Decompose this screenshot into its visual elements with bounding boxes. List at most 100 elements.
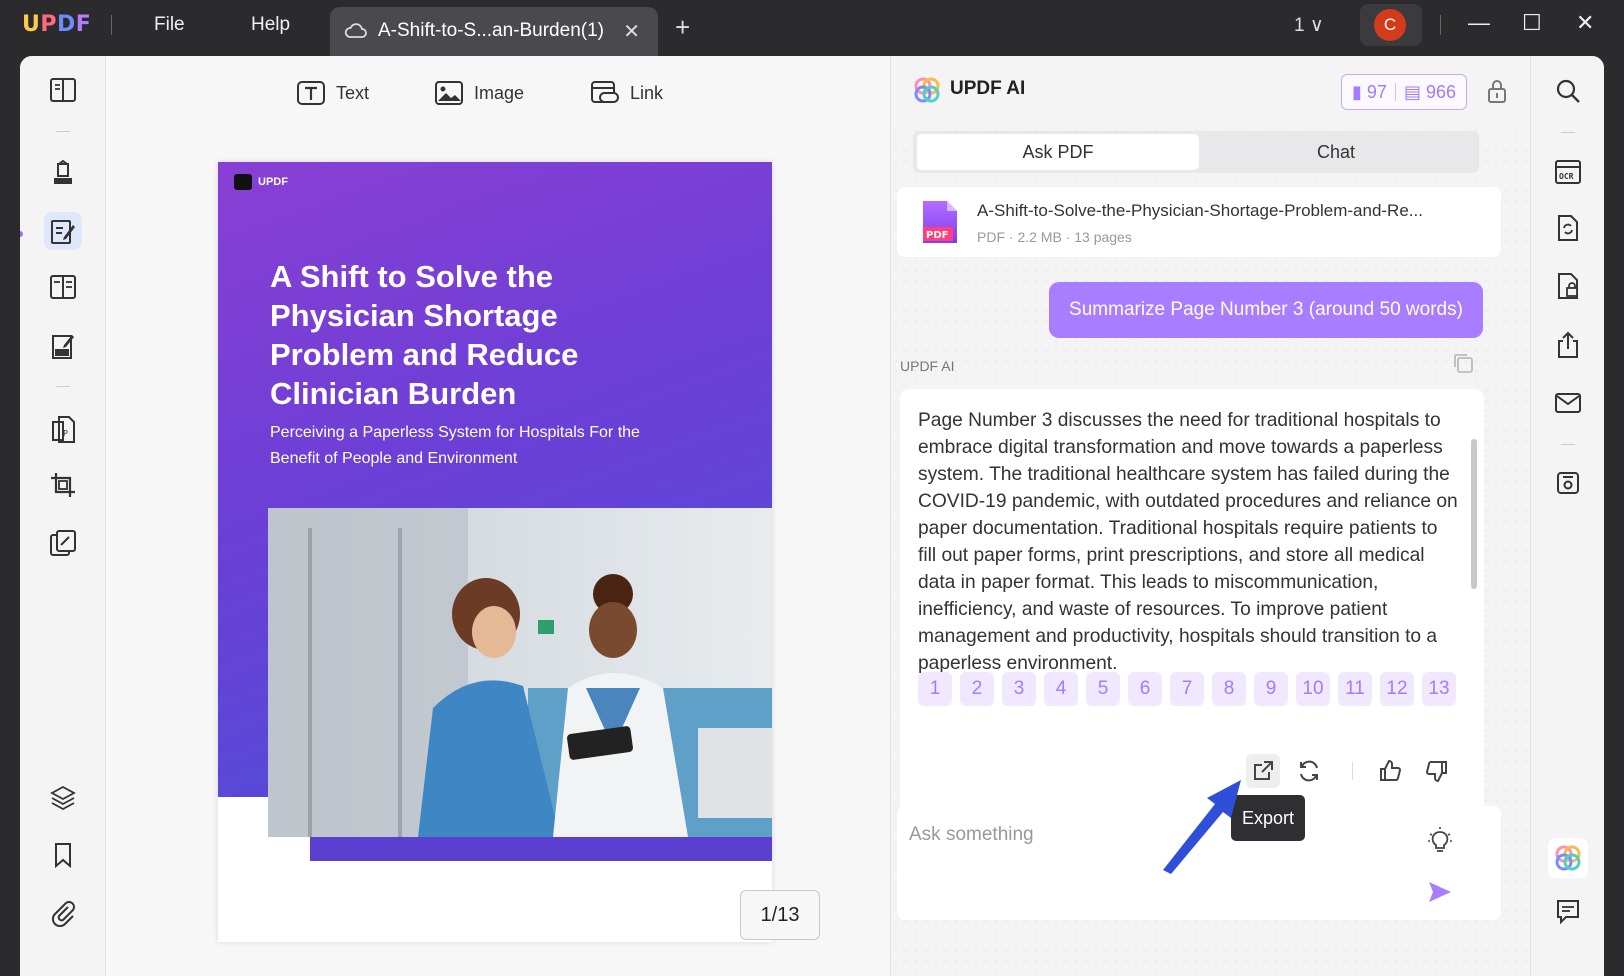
page-reference-chips: 1 2 3 4 5 6 7 8 9 10 11 12 13 xyxy=(918,672,1456,706)
ai-mode-tabs: Ask PDF Chat xyxy=(913,131,1479,173)
page-indicator[interactable]: 1/13 xyxy=(740,890,820,940)
svg-text:P: P xyxy=(63,429,68,438)
protect-icon[interactable] xyxy=(1551,269,1585,303)
edit-pdf-icon[interactable] xyxy=(44,212,82,250)
page-chip[interactable]: 3 xyxy=(1002,672,1036,706)
minimize-button[interactable]: — xyxy=(1468,10,1490,36)
page-chip[interactable]: 1 xyxy=(918,672,952,706)
tab-close-icon[interactable]: ✕ xyxy=(623,19,640,44)
watermark-icon[interactable] xyxy=(44,524,82,562)
email-icon[interactable] xyxy=(1551,386,1585,420)
export-button[interactable] xyxy=(1246,754,1280,788)
attachment-icon[interactable] xyxy=(44,894,82,932)
convert-pdf-icon[interactable] xyxy=(1551,211,1585,245)
maximize-button[interactable]: ☐ xyxy=(1522,10,1542,36)
add-link-button[interactable]: Link xyxy=(590,80,663,106)
search-icon[interactable] xyxy=(1551,74,1585,108)
message-credits: ▤ 966 xyxy=(1403,81,1456,102)
link-tool-label: Link xyxy=(630,82,664,103)
svg-text:OCR: OCR xyxy=(1559,172,1574,181)
svg-text:PDF: PDF xyxy=(926,230,948,241)
prompt-ideas-icon[interactable] xyxy=(1427,826,1453,854)
avatar: C xyxy=(1374,9,1406,41)
ai-answer-text: Page Number 3 discusses the need for tra… xyxy=(918,410,1458,674)
new-tab-button[interactable]: + xyxy=(675,12,690,43)
thumbs-up-button[interactable] xyxy=(1373,754,1407,788)
left-tool-rail: P xyxy=(20,56,106,976)
organize-pages-icon[interactable] xyxy=(44,268,82,306)
ai-sender-label: UPDF AI xyxy=(900,358,955,374)
rail-divider xyxy=(56,131,70,132)
bookmark-icon[interactable] xyxy=(44,836,82,874)
save-icon[interactable] xyxy=(1551,466,1585,500)
page-chip[interactable]: 4 xyxy=(1044,672,1078,706)
thumbs-up-icon xyxy=(1380,759,1402,781)
copy-icon[interactable] xyxy=(1452,352,1474,374)
pdf-file-icon: PDF xyxy=(923,201,957,243)
tab-chat[interactable]: Chat xyxy=(1195,134,1477,170)
updf-logo: UPDF xyxy=(22,12,92,37)
rail-divider xyxy=(1561,132,1575,133)
ai-credits-badge[interactable]: ▮ 97 ▤ 966 xyxy=(1341,74,1467,110)
page-chip[interactable]: 10 xyxy=(1296,672,1330,706)
title-bar: UPDF File Help A-Shift-to-S...an-Burden(… xyxy=(0,0,1624,56)
tab-ask-pdf[interactable]: Ask PDF xyxy=(917,134,1199,170)
window-count-dropdown[interactable]: 1 ∨ xyxy=(1294,14,1324,37)
title-divider xyxy=(111,15,112,35)
thumbs-down-button[interactable] xyxy=(1420,754,1454,788)
export-icon xyxy=(1254,761,1273,780)
page-chip[interactable]: 8 xyxy=(1212,672,1246,706)
page-chip[interactable]: 13 xyxy=(1422,672,1456,706)
layers-icon[interactable] xyxy=(44,778,82,816)
regenerate-button[interactable] xyxy=(1292,754,1326,788)
menu-help[interactable]: Help xyxy=(251,14,290,36)
ai-panel-header: UPDF AI ▮ 97 ▤ 966 xyxy=(891,56,1531,122)
page-chip[interactable]: 12 xyxy=(1380,672,1414,706)
cover-subtitle: Perceiving a Paperless System for Hospit… xyxy=(270,424,640,467)
ai-answer-card: Page Number 3 discusses the need for tra… xyxy=(900,389,1484,817)
share-icon[interactable] xyxy=(1551,328,1585,362)
main-frame: P Text Image Link UPDF A Shift to Solve … xyxy=(20,56,1604,976)
add-image-button[interactable]: Image xyxy=(434,80,524,106)
cover-brand: UPDF xyxy=(234,174,288,190)
add-text-button[interactable]: Text xyxy=(296,80,369,106)
document-tab[interactable]: A-Shift-to-S...an-Burden(1) ✕ xyxy=(330,7,658,56)
updf-ai-icon[interactable] xyxy=(1548,838,1588,878)
reader-icon[interactable] xyxy=(44,71,82,109)
text-tool-icon xyxy=(297,81,325,105)
page-chip[interactable]: 11 xyxy=(1338,672,1372,706)
image-tool-icon xyxy=(435,81,463,105)
comment-icon[interactable] xyxy=(44,156,82,194)
page-chip[interactable]: 6 xyxy=(1128,672,1162,706)
page-chip[interactable]: 2 xyxy=(960,672,994,706)
file-name: A-Shift-to-Solve-the-Physician-Shortage-… xyxy=(977,201,1423,220)
pdf-page[interactable]: UPDF A Shift to Solve the Physician Shor… xyxy=(218,162,772,942)
menu-file[interactable]: File xyxy=(154,14,185,36)
annotation-arrow xyxy=(1163,780,1241,874)
comments-list-icon[interactable] xyxy=(1551,894,1585,928)
lock-icon[interactable] xyxy=(1487,78,1507,104)
form-icon[interactable] xyxy=(44,327,82,365)
crop-icon[interactable] xyxy=(44,466,82,504)
file-meta: PDF · 2.2 MB · 13 pages xyxy=(977,229,1132,245)
title-divider xyxy=(1440,15,1441,35)
close-window-button[interactable]: ✕ xyxy=(1576,10,1594,36)
account-button[interactable]: C xyxy=(1360,4,1422,46)
page-chip[interactable]: 7 xyxy=(1170,672,1204,706)
cover-photo xyxy=(268,508,772,837)
send-icon[interactable] xyxy=(1427,880,1453,904)
rail-divider xyxy=(56,386,70,387)
convert-icon[interactable]: P xyxy=(44,410,82,448)
ai-panel: UPDF AI ▮ 97 ▤ 966 Ask PDF Chat PDF A-Sh… xyxy=(890,56,1531,976)
user-prompt-bubble: Summarize Page Number 3 (around 50 words… xyxy=(1049,282,1483,338)
image-tool-label: Image xyxy=(474,82,525,103)
cover-accent-bar xyxy=(310,837,772,861)
page-chip[interactable]: 9 xyxy=(1254,672,1288,706)
answer-scrollbar[interactable] xyxy=(1471,439,1477,589)
page-chip[interactable]: 5 xyxy=(1086,672,1120,706)
thumbs-down-icon xyxy=(1425,761,1447,783)
link-tool-icon xyxy=(591,81,619,103)
ocr-icon[interactable]: OCR xyxy=(1551,154,1585,188)
action-divider xyxy=(1352,762,1353,780)
updf-ai-logo-icon xyxy=(914,77,940,103)
